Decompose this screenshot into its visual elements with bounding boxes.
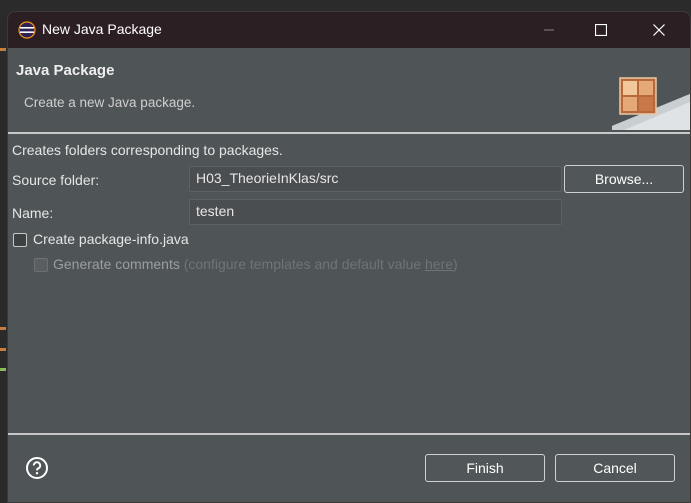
new-java-package-dialog: New Java Package Java Package Create a n… xyxy=(7,11,691,503)
close-icon xyxy=(653,24,665,36)
minimize-button[interactable] xyxy=(526,12,572,48)
package-wizard-banner-icon xyxy=(612,77,690,130)
close-button[interactable] xyxy=(636,12,682,48)
browse-button[interactable]: Browse... xyxy=(564,165,684,193)
header-separator xyxy=(8,132,690,134)
editor-mark xyxy=(0,327,6,330)
generate-comments-checkbox[interactable] xyxy=(34,258,48,272)
wizard-description: Create a new Java package. xyxy=(24,95,196,110)
intro-text: Creates folders corresponding to package… xyxy=(12,142,283,158)
wizard-title: Java Package xyxy=(16,62,115,79)
source-folder-label: Source folder: xyxy=(12,172,100,188)
help-icon[interactable] xyxy=(26,457,48,479)
generate-comments-row: Generate comments (configure templates a… xyxy=(53,256,458,272)
generate-comments-hint-suffix: ) xyxy=(453,256,458,272)
editor-mark xyxy=(0,348,6,351)
editor-mark xyxy=(0,48,6,51)
browse-button-label: Browse... xyxy=(594,171,654,187)
eclipse-icon xyxy=(18,21,36,39)
configure-templates-link[interactable]: here xyxy=(425,256,453,272)
wizard-header: Java Package Create a new Java package. xyxy=(8,48,690,132)
create-package-info-checkbox[interactable] xyxy=(13,233,27,247)
source-folder-field[interactable]: H03_TheorieInKlas/src xyxy=(189,166,562,192)
title-bar[interactable]: New Java Package xyxy=(8,12,690,48)
cancel-button-label: Cancel xyxy=(593,460,637,476)
window-title: New Java Package xyxy=(42,21,162,37)
name-field[interactable]: testen xyxy=(189,199,562,225)
footer-separator xyxy=(8,433,690,435)
generate-comments-label: Generate comments xyxy=(53,256,180,272)
minimize-icon xyxy=(544,29,554,31)
generate-comments-hint-prefix: (configure templates and default value xyxy=(183,256,425,272)
name-label: Name: xyxy=(12,205,54,221)
create-package-info-label[interactable]: Create package-info.java xyxy=(33,231,189,247)
finish-button-label: Finish xyxy=(466,460,504,476)
maximize-button[interactable] xyxy=(578,12,624,48)
editor-mark xyxy=(0,368,6,371)
cancel-button[interactable]: Cancel xyxy=(555,454,675,482)
maximize-icon xyxy=(595,24,607,36)
finish-button[interactable]: Finish xyxy=(425,454,545,482)
